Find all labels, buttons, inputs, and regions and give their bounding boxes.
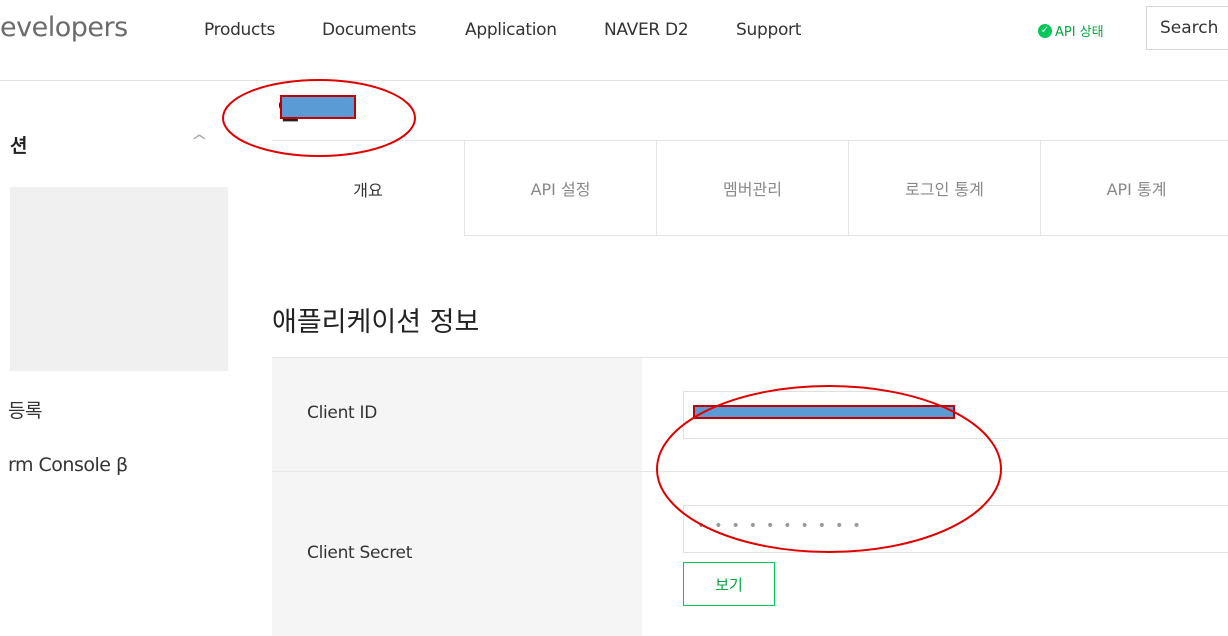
view-secret-button[interactable]: 보기 xyxy=(683,562,775,606)
nav-products[interactable]: Products xyxy=(204,20,275,40)
section-title: 애플리케이션 정보 xyxy=(272,307,480,338)
nav-application[interactable]: Application xyxy=(465,20,557,40)
redaction-box xyxy=(280,95,356,119)
info-label-column xyxy=(272,358,642,636)
app-tabs: 개요 API 설정 멤버관리 로그인 통계 API 통계 xyxy=(272,140,1228,237)
check-circle-icon: ✓ xyxy=(1038,23,1052,38)
redaction-box xyxy=(693,405,955,419)
tab-api-stats[interactable]: API 통계 xyxy=(1040,141,1228,236)
tab-overview[interactable]: 개요 xyxy=(272,141,464,236)
api-status-label: API 상태 xyxy=(1055,25,1104,40)
client-id-label: Client ID xyxy=(307,403,378,423)
search-input[interactable] xyxy=(1147,7,1228,49)
nav-support[interactable]: Support xyxy=(736,20,801,40)
logo[interactable]: evelopers xyxy=(0,12,128,43)
app-name-heading: 앱 xyxy=(278,91,358,123)
sidebar-section-title[interactable]: 션 xyxy=(10,131,27,158)
info-row-divider xyxy=(272,471,1228,472)
nav-naver-d2[interactable]: NAVER D2 xyxy=(604,20,689,40)
chevron-up-icon[interactable]: ^ xyxy=(190,132,208,150)
search-box[interactable] xyxy=(1146,6,1228,50)
client-secret-masked-value: •••••••••• xyxy=(697,518,870,534)
client-secret-label: Client Secret xyxy=(307,543,413,563)
tab-member-management[interactable]: 멤버관리 xyxy=(656,141,848,236)
sidebar-app-list xyxy=(10,187,228,371)
header-divider xyxy=(0,80,1228,81)
nav-documents[interactable]: Documents xyxy=(322,20,417,40)
tab-login-stats[interactable]: 로그인 통계 xyxy=(848,141,1040,236)
sidebar-item-console[interactable]: rm Console β xyxy=(8,454,128,476)
tab-api-settings[interactable]: API 설정 xyxy=(464,141,656,236)
sidebar-item-register[interactable]: 등록 xyxy=(8,396,42,423)
api-status-link[interactable]: ✓ API 상태 xyxy=(1038,21,1104,40)
